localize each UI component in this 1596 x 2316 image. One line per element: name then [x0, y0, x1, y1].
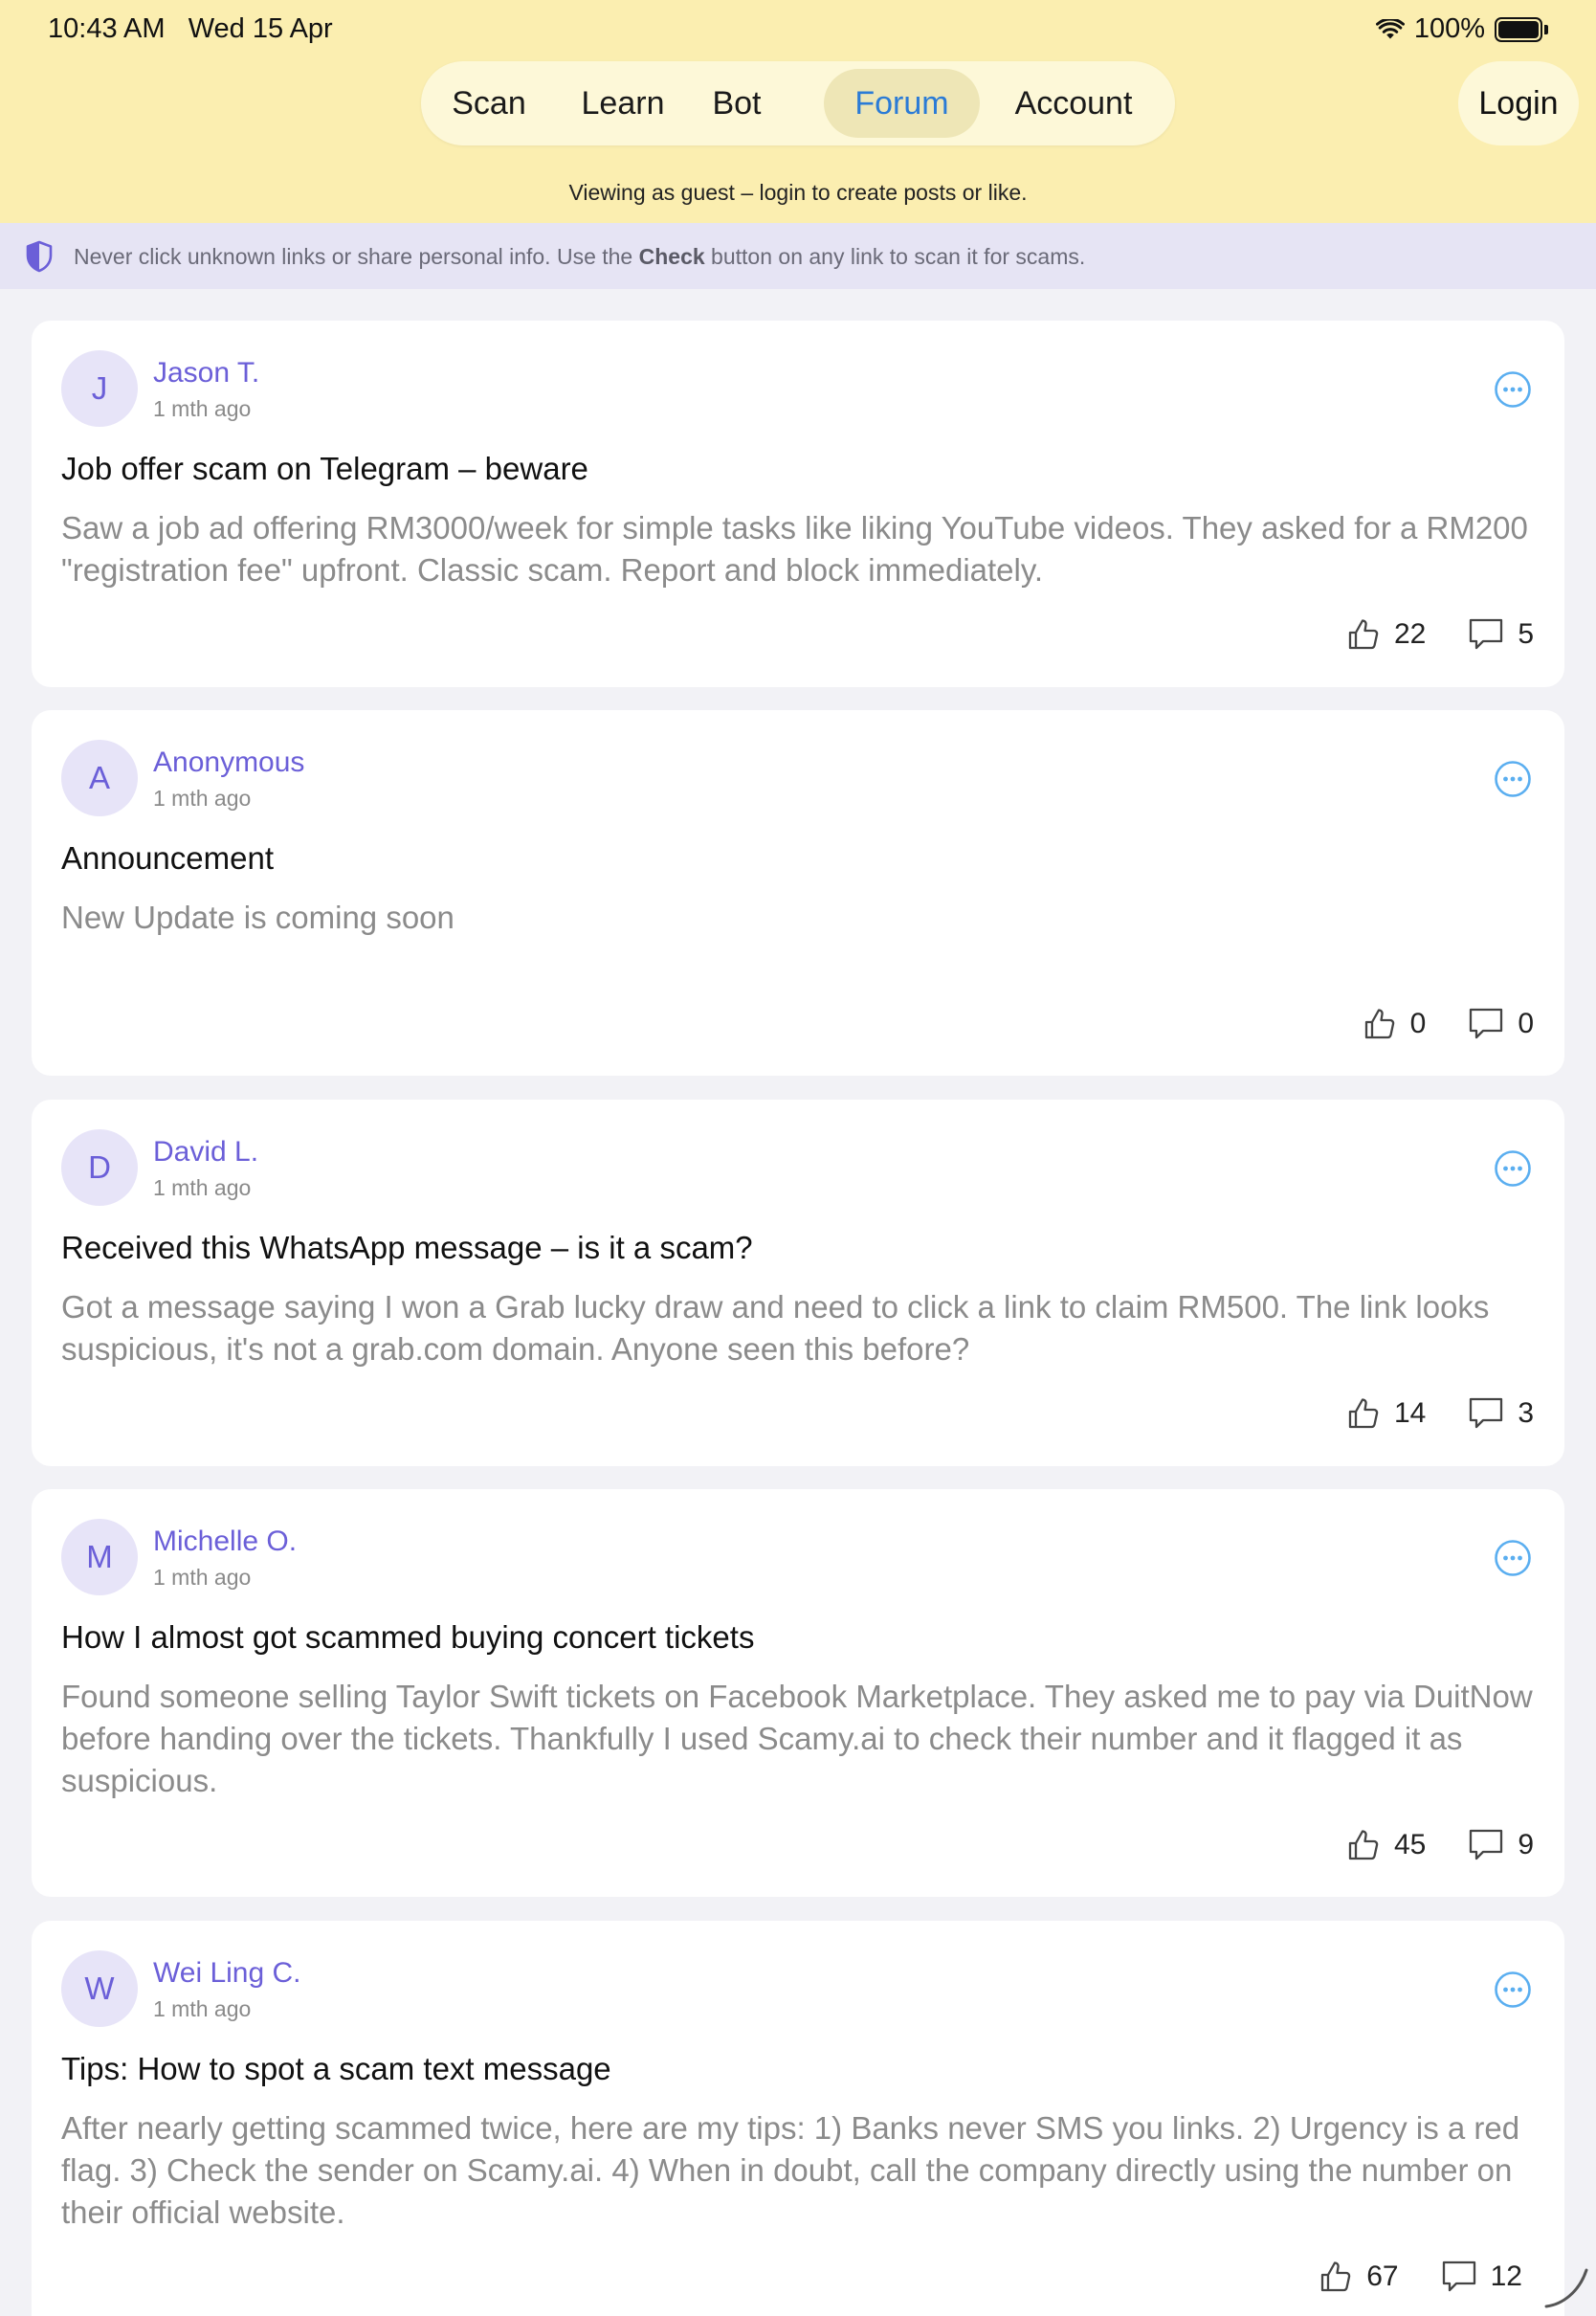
- post-body: Got a message saying I won a Grab lucky …: [61, 1289, 1490, 1367]
- post-time: 1 mth ago: [153, 1565, 252, 1590]
- post-author[interactable]: Jason T.: [153, 357, 259, 390]
- post-card[interactable]: M Michelle O. 1 mth ago How I almost got…: [32, 1489, 1564, 1897]
- post-title: How I almost got scammed buying concert …: [61, 1619, 755, 1655]
- avatar: A: [61, 740, 138, 816]
- guest-notice: Viewing as guest – login to create posts…: [568, 180, 1028, 205]
- comment-button[interactable]: 5: [1468, 617, 1534, 652]
- post-body: Saw a job ad offering RM3000/week for si…: [61, 510, 1528, 588]
- post-author[interactable]: Wei Ling C.: [153, 1957, 301, 1990]
- post-body: Found someone selling Taylor Swift ticke…: [61, 1679, 1533, 1798]
- check-keyword: Check: [638, 244, 705, 269]
- login-button[interactable]: Login: [1458, 61, 1579, 145]
- post-actions: 22 5: [1346, 617, 1534, 652]
- post-card[interactable]: A Anonymous 1 mth ago Announcement New U…: [32, 710, 1564, 1076]
- thumbs-up-icon: [1321, 2261, 1351, 2292]
- post-title: Tips: How to spot a scam text message: [61, 2051, 611, 2086]
- post-time: 1 mth ago: [153, 786, 252, 811]
- safety-banner: Never click unknown links or share perso…: [0, 223, 1596, 289]
- like-count: 14: [1393, 1397, 1427, 1429]
- more-options-icon[interactable]: [1494, 1539, 1532, 1577]
- post-author[interactable]: Anonymous: [153, 746, 304, 779]
- more-options-icon[interactable]: [1494, 1971, 1532, 2009]
- comment-button[interactable]: 9: [1468, 1828, 1534, 1862]
- post-author[interactable]: David L.: [153, 1136, 258, 1169]
- shield-icon: [26, 240, 53, 273]
- like-count: 45: [1393, 1829, 1427, 1860]
- post-actions: 67 12: [1319, 2260, 1522, 2294]
- comment-bubble-icon: [1470, 1397, 1503, 1429]
- tab-learn[interactable]: Learn: [562, 69, 684, 138]
- battery-percent: 100%: [1413, 13, 1485, 44]
- app-header: 10:43 AM Wed 15 Apr 100% Scan Learn Bot …: [0, 0, 1596, 223]
- comment-bubble-icon: [1470, 1008, 1503, 1039]
- more-options-icon[interactable]: [1494, 760, 1532, 798]
- post-actions: 0 0: [1363, 1007, 1534, 1041]
- comment-button[interactable]: 12: [1441, 2260, 1522, 2294]
- avatar: M: [61, 1519, 138, 1595]
- like-count: 0: [1409, 1008, 1427, 1039]
- status-indicators: 100%: [1375, 13, 1548, 45]
- post-card[interactable]: W Wei Ling C. 1 mth ago Tips: How to spo…: [32, 1921, 1564, 2316]
- status-clock: 10:43 AM Wed 15 Apr: [48, 13, 333, 45]
- tab-account[interactable]: Account: [994, 69, 1153, 138]
- battery-icon: [1495, 16, 1548, 42]
- comment-button[interactable]: 0: [1468, 1007, 1534, 1041]
- post-time: 1 mth ago: [153, 1175, 252, 1200]
- avatar: J: [61, 350, 138, 427]
- status-date: Wed 15 Apr: [188, 13, 333, 44]
- comment-count: 0: [1518, 1008, 1534, 1039]
- loading-spinner-icon: [1544, 2268, 1588, 2308]
- avatar: W: [61, 1950, 138, 2027]
- comment-count: 12: [1490, 2260, 1522, 2292]
- like-button[interactable]: 0: [1363, 1007, 1427, 1041]
- post-time: 1 mth ago: [153, 1996, 252, 2021]
- like-button[interactable]: 14: [1346, 1396, 1426, 1431]
- like-button[interactable]: 22: [1346, 617, 1426, 652]
- more-options-icon[interactable]: [1494, 1149, 1532, 1188]
- like-count: 22: [1393, 618, 1427, 650]
- post-title: Announcement: [61, 840, 274, 876]
- wifi-icon: [1375, 18, 1405, 38]
- more-options-icon[interactable]: [1494, 370, 1532, 409]
- post-title: Received this WhatsApp message – is it a…: [61, 1230, 753, 1265]
- comment-bubble-icon: [1470, 1829, 1503, 1860]
- main-nav: Scan Learn Bot Forum Account: [421, 61, 1175, 145]
- tab-forum[interactable]: Forum: [824, 69, 980, 138]
- post-card[interactable]: D David L. 1 mth ago Received this Whats…: [32, 1100, 1564, 1466]
- tab-scan[interactable]: Scan: [431, 69, 547, 138]
- avatar: D: [61, 1129, 138, 1206]
- post-time: 1 mth ago: [153, 396, 252, 421]
- safety-banner-text: Never click unknown links or share perso…: [74, 244, 1086, 269]
- status-time: 10:43 AM: [48, 13, 166, 44]
- like-count: 67: [1366, 2260, 1399, 2292]
- tab-bot[interactable]: Bot: [693, 69, 781, 138]
- post-body: After nearly getting scammed twice, here…: [61, 2110, 1520, 2230]
- post-actions: 14 3: [1346, 1396, 1534, 1431]
- post-title: Job offer scam on Telegram – beware: [61, 451, 588, 486]
- post-author[interactable]: Michelle O.: [153, 1525, 297, 1558]
- comment-count: 3: [1518, 1397, 1534, 1429]
- status-bar: 10:43 AM Wed 15 Apr 100%: [0, 0, 1596, 59]
- comment-button[interactable]: 3: [1468, 1396, 1534, 1431]
- like-button[interactable]: 45: [1346, 1828, 1426, 1862]
- thumbs-up-icon: [1348, 619, 1379, 650]
- post-body: New Update is coming soon: [61, 900, 454, 935]
- post-actions: 45 9: [1346, 1828, 1534, 1862]
- comment-count: 5: [1518, 618, 1534, 650]
- thumbs-up-icon: [1364, 1009, 1394, 1039]
- post-card[interactable]: J Jason T. 1 mth ago Job offer scam on T…: [32, 321, 1564, 687]
- like-button[interactable]: 67: [1319, 2260, 1399, 2294]
- comment-count: 9: [1518, 1829, 1534, 1860]
- comment-bubble-icon: [1442, 2260, 1475, 2292]
- thumbs-up-icon: [1348, 1398, 1379, 1429]
- comment-bubble-icon: [1470, 618, 1503, 650]
- thumbs-up-icon: [1348, 1830, 1379, 1860]
